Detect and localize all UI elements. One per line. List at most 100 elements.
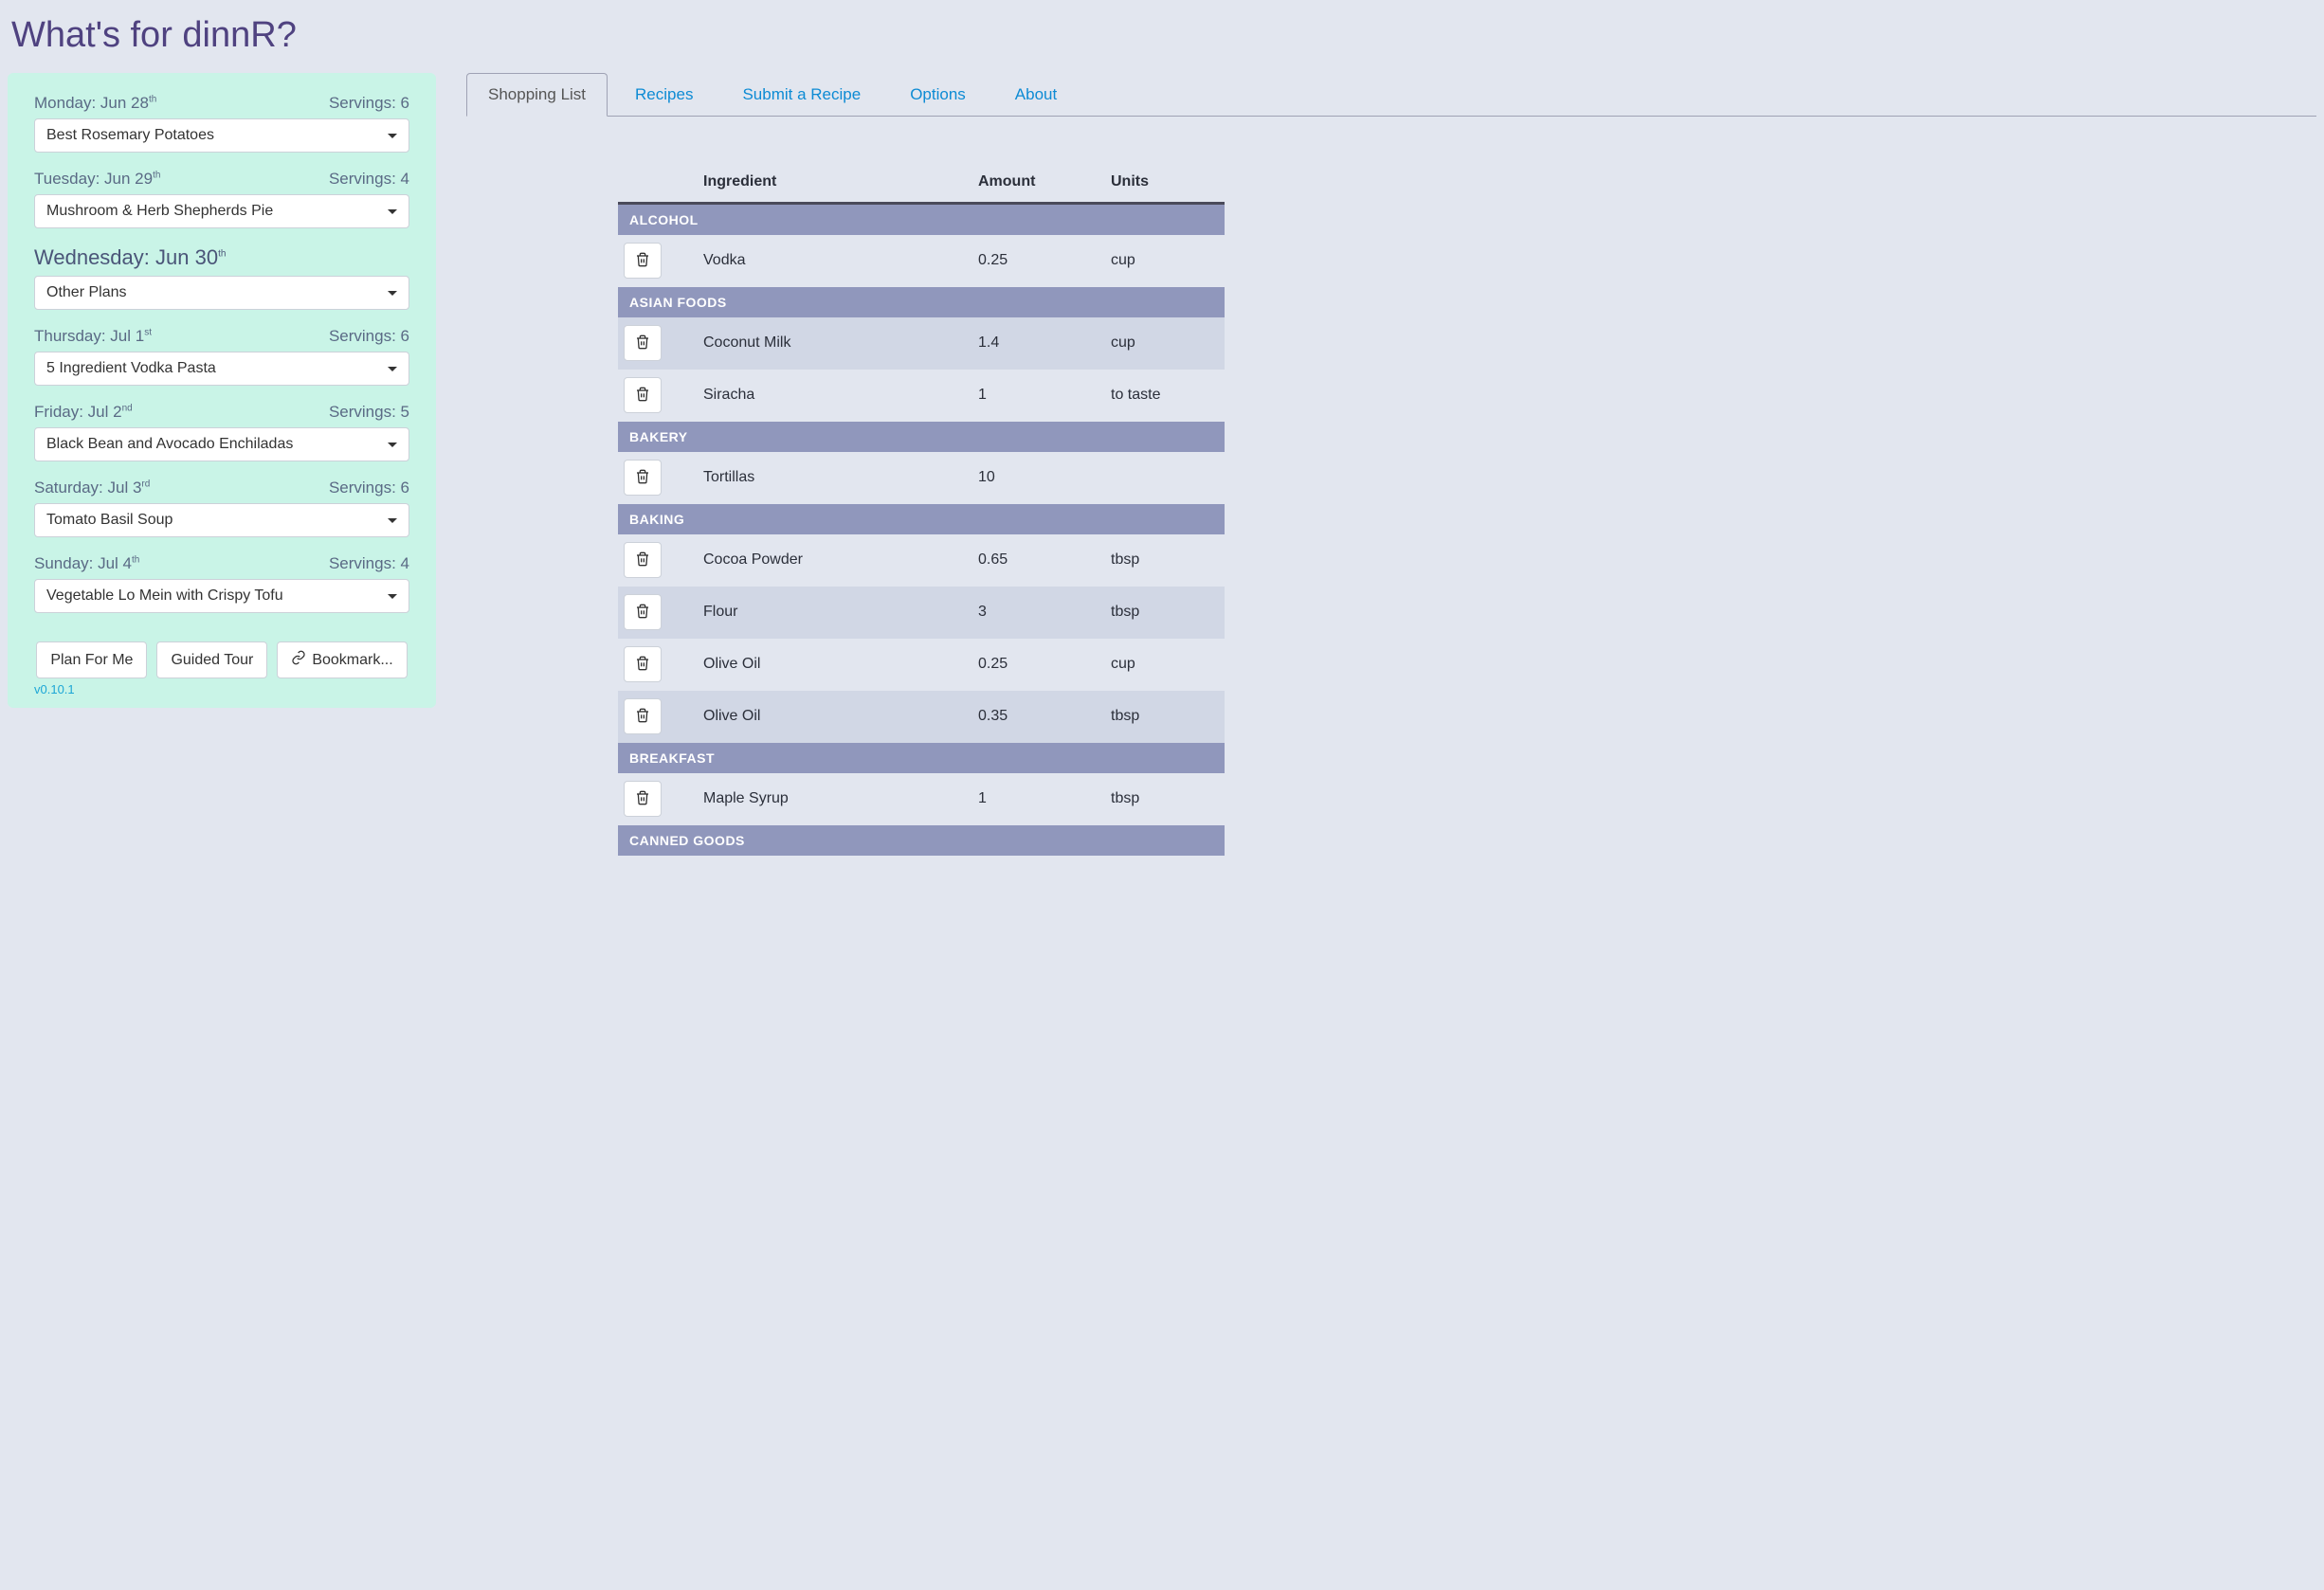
chevron-down-icon: [388, 443, 397, 447]
recipe-select-value: Other Plans: [46, 284, 126, 301]
bookmark-button[interactable]: Bookmark...: [277, 641, 407, 678]
delete-ingredient-button[interactable]: [624, 698, 662, 734]
ingredient-amount: 1.4: [978, 334, 1111, 352]
day-date-suffix: st: [144, 327, 152, 337]
recipe-select[interactable]: Best Rosemary Potatoes: [34, 118, 409, 153]
ingredient-name: Flour: [703, 604, 978, 621]
main-content: Shopping ListRecipesSubmit a RecipeOptio…: [466, 73, 2316, 856]
ingredient-name: Olive Oil: [703, 708, 978, 725]
delete-ingredient-button[interactable]: [624, 646, 662, 682]
ingredient-units: tbsp: [1111, 790, 1225, 807]
chevron-down-icon: [388, 594, 397, 599]
ingredient-units: tbsp: [1111, 708, 1225, 725]
version-label: v0.10.1: [34, 682, 409, 696]
recipe-select[interactable]: Vegetable Lo Mein with Crispy Tofu: [34, 579, 409, 613]
ingredient-amount: 1: [978, 387, 1111, 404]
recipe-select[interactable]: Mushroom & Herb Shepherds Pie: [34, 194, 409, 228]
day-date-text: Saturday: Jul 3: [34, 479, 141, 497]
trash-icon: [635, 252, 650, 270]
day-label: Monday: Jun 28th: [34, 94, 156, 113]
day-date-suffix: th: [132, 554, 139, 565]
day-block: Wednesday: Jun 30th Other Plans: [34, 245, 409, 310]
trash-icon: [635, 387, 650, 405]
delete-ingredient-button[interactable]: [624, 594, 662, 630]
chevron-down-icon: [388, 291, 397, 296]
recipe-select-value: Black Bean and Avocado Enchiladas: [46, 436, 293, 453]
day-label: Tuesday: Jun 29th: [34, 170, 160, 189]
ingredient-row: Vodka0.25cup: [618, 235, 1225, 287]
ingredient-amount: 0.35: [978, 708, 1111, 725]
ingredient-units: cup: [1111, 252, 1225, 269]
chevron-down-icon: [388, 367, 397, 371]
day-block: Monday: Jun 28th Servings: 6 Best Rosemary…: [34, 94, 409, 153]
delete-ingredient-button[interactable]: [624, 542, 662, 578]
day-date-suffix: th: [149, 94, 156, 104]
tab-submit-a-recipe[interactable]: Submit a Recipe: [720, 73, 882, 117]
servings-label: Servings: 4: [329, 554, 409, 573]
servings-label: Servings: 6: [329, 94, 409, 113]
day-label: Thursday: Jul 1st: [34, 327, 152, 346]
day-date-text: Friday: Jul 2: [34, 403, 122, 421]
ingredient-units: to taste: [1111, 387, 1225, 404]
recipe-select[interactable]: Other Plans: [34, 276, 409, 310]
recipe-select[interactable]: 5 Ingredient Vodka Pasta: [34, 352, 409, 386]
day-label: Wednesday: Jun 30th: [34, 245, 226, 270]
ingredient-units: tbsp: [1111, 604, 1225, 621]
servings-label: Servings: 6: [329, 327, 409, 346]
meal-plan-sidebar: Monday: Jun 28thServings: 6Best Rosemary…: [8, 73, 436, 708]
day-date-text: Thursday: Jul 1: [34, 327, 144, 345]
trash-icon: [635, 790, 650, 808]
day-date-text: Monday: Jun 28: [34, 94, 149, 112]
delete-ingredient-button[interactable]: [624, 325, 662, 361]
ingredient-name: Tortillas: [703, 469, 978, 486]
ingredient-row: Olive Oil0.35tbsp: [618, 691, 1225, 743]
tab-shopping-list[interactable]: Shopping List: [466, 73, 608, 117]
delete-ingredient-button[interactable]: [624, 460, 662, 496]
day-block: Saturday: Jul 3rd Servings: 6 Tomato Basil…: [34, 479, 409, 537]
tab-options[interactable]: Options: [888, 73, 988, 117]
section-header: ALCOHOL: [618, 205, 1225, 235]
delete-ingredient-button[interactable]: [624, 243, 662, 279]
day-header: Wednesday: Jun 30th: [34, 245, 409, 270]
recipe-select-value: 5 Ingredient Vodka Pasta: [46, 360, 216, 377]
tab-recipes[interactable]: Recipes: [613, 73, 715, 117]
servings-label: Servings: 6: [329, 479, 409, 497]
day-date-suffix: rd: [141, 479, 150, 489]
recipe-select-value: Vegetable Lo Mein with Crispy Tofu: [46, 587, 283, 605]
ingredient-amount: 1: [978, 790, 1111, 807]
delete-ingredient-button[interactable]: [624, 781, 662, 817]
day-header: Saturday: Jul 3rd Servings: 6: [34, 479, 409, 497]
day-block: Friday: Jul 2nd Servings: 5 Black Bean and…: [34, 403, 409, 461]
guided-tour-button[interactable]: Guided Tour: [156, 641, 267, 678]
day-date-suffix: nd: [122, 403, 133, 413]
day-label: Friday: Jul 2nd: [34, 403, 133, 422]
recipe-select[interactable]: Tomato Basil Soup: [34, 503, 409, 537]
recipe-select[interactable]: Black Bean and Avocado Enchiladas: [34, 427, 409, 461]
ingredient-name: Olive Oil: [703, 656, 978, 673]
ingredient-name: Vodka: [703, 252, 978, 269]
day-block: Tuesday: Jun 29th Servings: 4 Mushroom & H…: [34, 170, 409, 228]
day-header: Monday: Jun 28th Servings: 6: [34, 94, 409, 113]
recipe-select-value: Tomato Basil Soup: [46, 512, 172, 529]
day-date-suffix: th: [153, 170, 160, 180]
servings-label: Servings: 5: [329, 403, 409, 422]
day-date-suffix: th: [218, 249, 226, 260]
day-date-text: Wednesday: Jun 30: [34, 245, 218, 269]
shopping-list-table: Ingredient Amount Units ALCOHOL Vodka0.2…: [618, 173, 1225, 856]
ingredient-row: Maple Syrup1tbsp: [618, 773, 1225, 825]
servings-label: Servings: 4: [329, 170, 409, 189]
chevron-down-icon: [388, 134, 397, 138]
header-units: Units: [1111, 173, 1225, 190]
bookmark-label: Bookmark...: [312, 652, 392, 669]
plan-for-me-button[interactable]: Plan For Me: [36, 641, 147, 678]
trash-icon: [635, 708, 650, 726]
app-title: What's for dinnR?: [11, 15, 2316, 56]
tab-about[interactable]: About: [993, 73, 1079, 117]
section-header: CANNED GOODS: [618, 825, 1225, 856]
trash-icon: [635, 334, 650, 352]
day-block: Thursday: Jul 1st Servings: 6 5 Ingredient…: [34, 327, 409, 386]
ingredient-amount: 0.25: [978, 252, 1111, 269]
ingredient-name: Maple Syrup: [703, 790, 978, 807]
ingredient-row: Flour3tbsp: [618, 587, 1225, 639]
delete-ingredient-button[interactable]: [624, 377, 662, 413]
